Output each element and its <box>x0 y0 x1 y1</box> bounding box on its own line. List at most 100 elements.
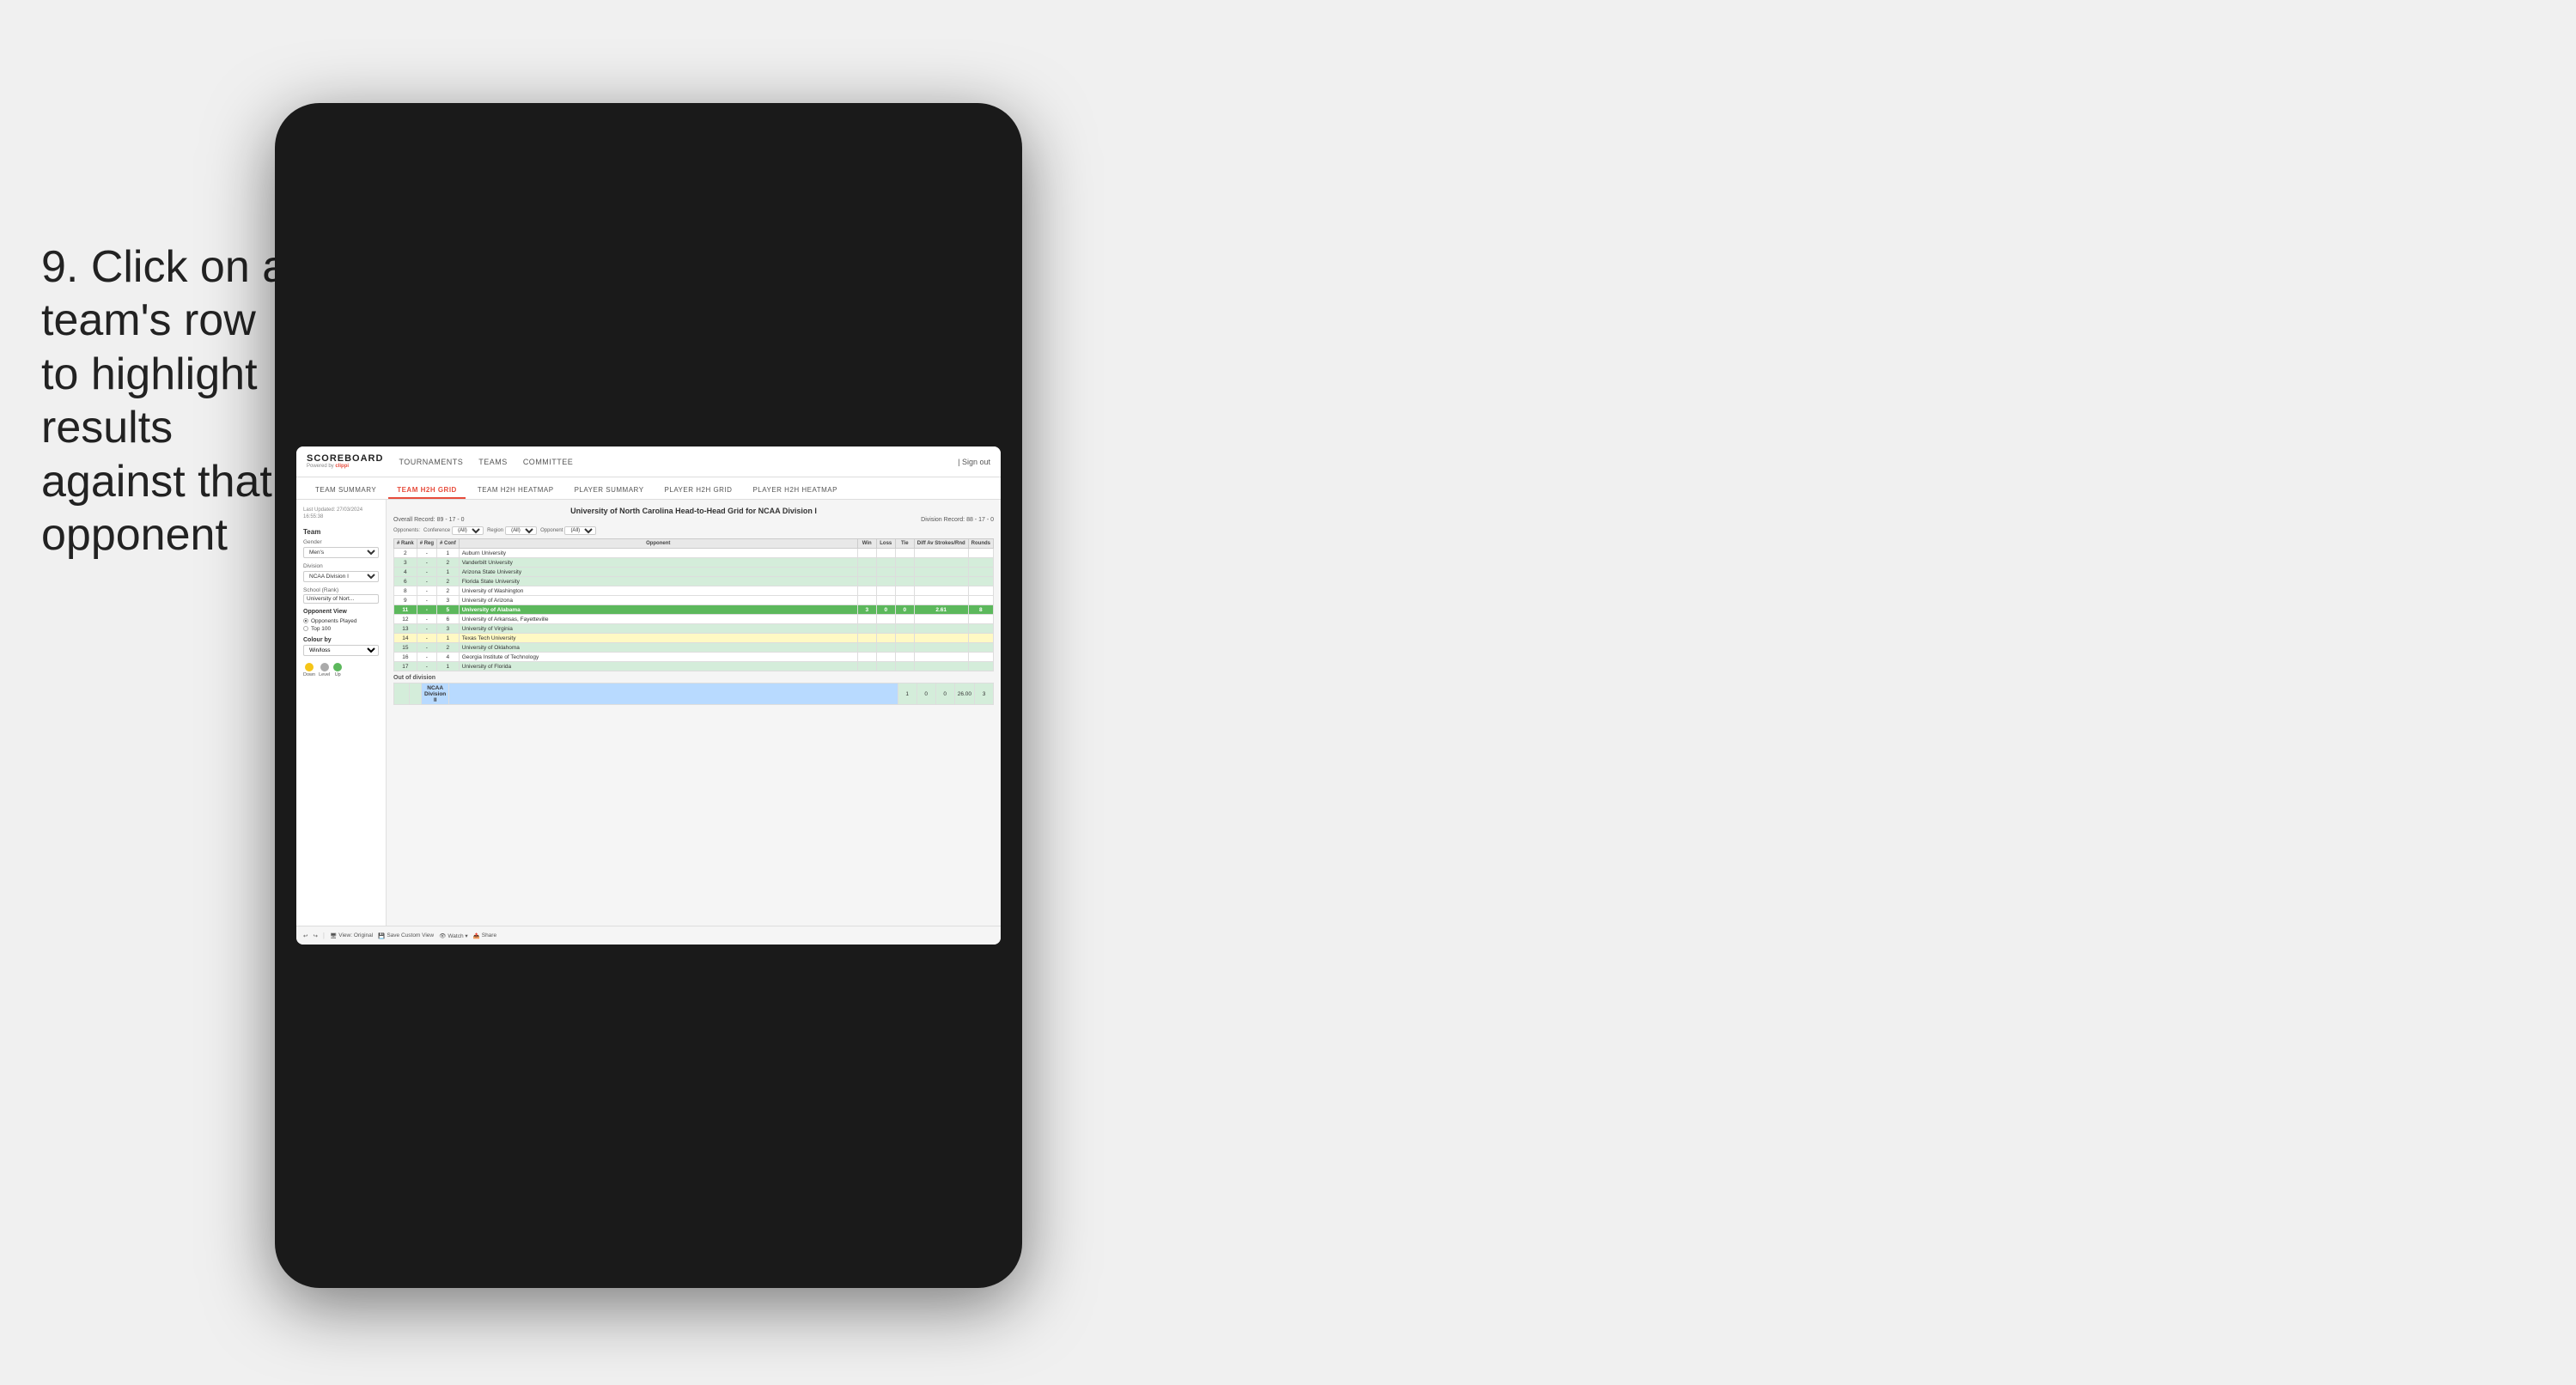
colour-by-select[interactable]: Win/loss <box>303 645 379 656</box>
table-cell <box>857 577 876 586</box>
nav-tournaments[interactable]: TOURNAMENTS <box>399 456 463 468</box>
table-cell <box>876 615 895 624</box>
table-cell <box>857 596 876 605</box>
sign-out-link[interactable]: | Sign out <box>958 458 990 466</box>
table-cell <box>857 634 876 643</box>
main-content: Last Updated: 27/03/2024 16:55:38 Team G… <box>296 500 1001 926</box>
tab-player-h2h-grid[interactable]: PLAYER H2H GRID <box>656 483 741 499</box>
powered-by-text: Powered by clippi <box>307 464 383 469</box>
conference-select[interactable]: (All) <box>452 526 484 535</box>
table-cell: 3 <box>394 558 417 568</box>
redo-button[interactable]: ↪ <box>313 932 317 939</box>
app-logo: SCOREBOARD Powered by clippi <box>307 454 383 469</box>
table-row[interactable]: 17-1University of Florida <box>394 662 994 671</box>
share-button[interactable]: 📤 Share <box>473 932 496 939</box>
table-row[interactable]: 3-2Vanderbilt University <box>394 558 994 568</box>
table-cell: Arizona State University <box>459 568 857 577</box>
record-row: Overall Record: 89 - 17 - 0 Division Rec… <box>393 517 994 523</box>
tab-player-summary[interactable]: PLAYER SUMMARY <box>566 483 653 499</box>
region-select[interactable]: (All) <box>505 526 537 535</box>
table-cell <box>968 549 993 558</box>
table-cell: 1 <box>437 549 460 558</box>
table-cell: 3 <box>437 624 460 634</box>
filters-row: Opponents: Conference (All) Region (All) <box>393 526 994 535</box>
out-of-division-row[interactable]: NCAA Division II 1 0 0 26.00 3 <box>394 683 994 705</box>
table-cell <box>895 634 914 643</box>
out-of-division-table: NCAA Division II 1 0 0 26.00 3 <box>393 683 994 705</box>
table-cell: 2 <box>437 558 460 568</box>
table-row[interactable]: 14-1Texas Tech University <box>394 634 994 643</box>
report-title: University of North Carolina Head-to-Hea… <box>393 507 994 515</box>
tab-team-h2h-grid[interactable]: TEAM H2H GRID <box>388 483 466 499</box>
table-cell: University of Virginia <box>459 624 857 634</box>
table-cell: 6 <box>394 577 417 586</box>
toolbar-sep1: | <box>323 932 325 939</box>
h2h-grid-table: # Rank # Reg # Conf Opponent Win Loss Ti… <box>393 538 994 671</box>
view-original-button[interactable]: 🖥 View: Original <box>330 932 373 939</box>
table-row[interactable]: 16-4Georgia Institute of Technology <box>394 653 994 662</box>
table-cell: University of Oklahoma <box>459 643 857 653</box>
ood-rounds: 3 <box>975 683 994 705</box>
nav-teams[interactable]: TEAMS <box>478 456 508 468</box>
legend-dot-level <box>320 663 329 671</box>
table-cell <box>876 577 895 586</box>
table-cell <box>876 643 895 653</box>
save-custom-button[interactable]: 💾 Save Custom View <box>378 932 434 939</box>
table-row[interactable]: 6-2Florida State University <box>394 577 994 586</box>
tab-team-summary[interactable]: TEAM SUMMARY <box>307 483 385 499</box>
table-row[interactable]: 11-5University of Alabama3002.618 <box>394 605 994 615</box>
table-cell: - <box>417 624 436 634</box>
table-cell: Georgia Institute of Technology <box>459 653 857 662</box>
col-header-loss: Loss <box>876 539 895 549</box>
table-cell <box>895 586 914 596</box>
table-cell: 16 <box>394 653 417 662</box>
table-cell <box>968 586 993 596</box>
table-cell <box>914 615 968 624</box>
col-header-conf: # Conf <box>437 539 460 549</box>
table-cell <box>895 615 914 624</box>
table-row[interactable]: 4-1Arizona State University <box>394 568 994 577</box>
region-filter: Region (All) <box>487 526 537 535</box>
overall-record: Overall Record: 89 - 17 - 0 <box>393 517 465 523</box>
table-cell <box>876 558 895 568</box>
col-header-tie: Tie <box>895 539 914 549</box>
table-cell <box>895 643 914 653</box>
tab-player-h2h-heatmap[interactable]: PLAYER H2H HEATMAP <box>744 483 846 499</box>
division-select[interactable]: NCAA Division I <box>303 571 379 582</box>
opponent-select[interactable]: (All) <box>564 526 596 535</box>
table-cell <box>857 586 876 596</box>
gender-select[interactable]: Men's <box>303 547 379 558</box>
tab-team-h2h-heatmap[interactable]: TEAM H2H HEATMAP <box>469 483 563 499</box>
table-cell: - <box>417 605 436 615</box>
table-cell: 4 <box>394 568 417 577</box>
table-cell: 11 <box>394 605 417 615</box>
table-cell: 6 <box>437 615 460 624</box>
table-row[interactable]: 2-1Auburn University <box>394 549 994 558</box>
table-cell: 15 <box>394 643 417 653</box>
ood-rank <box>394 683 410 705</box>
table-cell <box>895 624 914 634</box>
table-row[interactable]: 8-2University of Washington <box>394 586 994 596</box>
table-cell <box>876 549 895 558</box>
nav-committee[interactable]: COMMITTEE <box>523 456 574 468</box>
table-cell <box>968 568 993 577</box>
table-cell <box>968 615 993 624</box>
undo-button[interactable]: ↩ <box>303 932 308 939</box>
col-header-reg: # Reg <box>417 539 436 549</box>
opponents-played-radio[interactable]: Opponents Played <box>303 618 379 624</box>
nav-links: TOURNAMENTS TEAMS COMMITTEE <box>399 456 958 468</box>
legend: Down Level Up <box>303 663 379 677</box>
table-cell: University of Alabama <box>459 605 857 615</box>
table-cell <box>876 596 895 605</box>
table-row[interactable]: 9-3University of Arizona <box>394 596 994 605</box>
table-row[interactable]: 13-3University of Virginia <box>394 624 994 634</box>
table-row[interactable]: 12-6University of Arkansas, Fayetteville <box>394 615 994 624</box>
table-row[interactable]: 15-2University of Oklahoma <box>394 643 994 653</box>
legend-level: Level <box>319 663 330 677</box>
watch-button[interactable]: 👁 Watch ▾ <box>439 932 468 939</box>
legend-down: Down <box>303 663 315 677</box>
table-cell <box>914 568 968 577</box>
top100-radio[interactable]: Top 100 <box>303 626 379 632</box>
school-rank-label: School (Rank) <box>303 587 379 593</box>
table-cell: 2 <box>394 549 417 558</box>
